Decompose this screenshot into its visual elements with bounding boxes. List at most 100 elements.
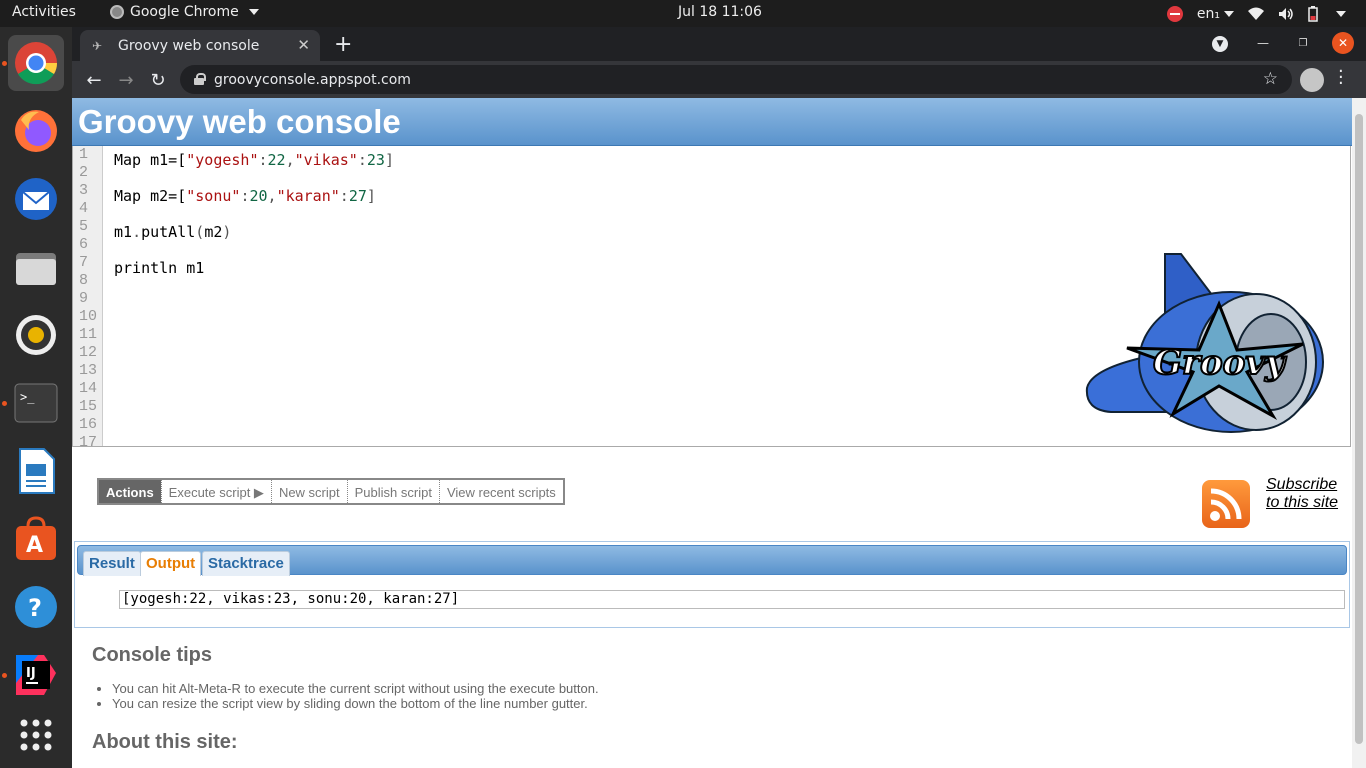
- intellij-icon: IJ: [16, 655, 56, 695]
- code-token: m1: [114, 223, 133, 241]
- minimize-icon[interactable]: —: [1252, 32, 1274, 54]
- code-line-7: println m1: [114, 259, 205, 277]
- close-tab-icon[interactable]: ✕: [297, 36, 310, 54]
- chrome-icon: [15, 42, 58, 85]
- page-scrollbar[interactable]: [1352, 98, 1366, 768]
- reload-icon[interactable]: ↻: [146, 68, 170, 92]
- code-token: ): [222, 223, 232, 241]
- thunderbird-icon: [15, 178, 57, 220]
- system-tray[interactable]: en₁: [1166, 0, 1366, 27]
- code-token: "vikas": [294, 151, 358, 169]
- tab-title: Groovy web console: [118, 37, 260, 54]
- execute-script-button[interactable]: Execute script ▶: [160, 480, 271, 503]
- dock-firefox[interactable]: [8, 103, 64, 159]
- tip-item: You can hit Alt-Meta-R to execute the cu…: [112, 681, 599, 696]
- code-token: ,: [267, 187, 277, 205]
- code-editor[interactable]: 1 2 3 4 5 6 7 8 9 10 11 12 13 14 15 16 17 Map m1=["yoges…: [72, 146, 1351, 447]
- new-script-button[interactable]: New script: [270, 480, 347, 503]
- line-number-gutter[interactable]: 1 2 3 4 5 6 7 8 9 10 11 12 13 14 15 16 17: [73, 146, 103, 446]
- code-token: 23: [366, 151, 385, 169]
- dock-writer[interactable]: [8, 443, 64, 499]
- line-number: 11: [79, 326, 98, 343]
- svg-text:A: A: [26, 533, 43, 558]
- results-tab-bar: Result Output Stacktrace: [77, 545, 1347, 576]
- profile-avatar-icon[interactable]: [1300, 68, 1324, 92]
- restore-icon[interactable]: ❐: [1292, 32, 1314, 54]
- code-token: "karan": [276, 187, 340, 205]
- line-number: 2: [79, 164, 89, 181]
- code-token: Map m1=[: [114, 151, 187, 169]
- results-panel: Result Output Stacktrace [yogesh:22, vik…: [74, 541, 1350, 628]
- console-tips-section: Console tips You can hit Alt-Meta-R to e…: [92, 644, 599, 711]
- code-token: Map m2=[: [114, 187, 187, 205]
- system-menu-chevron-icon: [1336, 10, 1346, 17]
- forward-arrow-icon[interactable]: →: [114, 68, 138, 92]
- rss-feed-icon[interactable]: [1202, 480, 1250, 528]
- system-top-bar: Activities Google Chrome Jul 18 11:06 en…: [0, 0, 1366, 27]
- tab-search-chevron-icon[interactable]: ▼: [1212, 36, 1228, 52]
- dock-intellij[interactable]: IJ: [8, 647, 64, 703]
- show-applications-button[interactable]: [8, 707, 64, 763]
- code-token: "yogesh": [186, 151, 259, 169]
- line-number: 14: [79, 380, 98, 397]
- dock-chrome[interactable]: [8, 35, 64, 91]
- line-number: 6: [79, 236, 89, 253]
- code-area[interactable]: Map m1=["yogesh":22,"vikas":23] Map m2=[…: [114, 151, 394, 277]
- about-heading: About this site:: [92, 731, 238, 753]
- code-token: :: [258, 151, 268, 169]
- tab-stacktrace[interactable]: Stacktrace: [202, 551, 290, 576]
- dock-rhythmbox[interactable]: [8, 307, 64, 363]
- dock-help[interactable]: ?: [8, 579, 64, 635]
- line-number: 16: [79, 416, 98, 433]
- publish-script-button[interactable]: Publish script: [346, 480, 439, 503]
- lang-label: en₁: [1196, 5, 1220, 22]
- code-line-1: Map m1=["yogesh":22,"vikas":23]: [114, 151, 394, 169]
- actions-header: Actions: [99, 480, 161, 503]
- line-number: 1: [79, 146, 89, 163]
- code-token: .: [132, 223, 142, 241]
- back-arrow-icon[interactable]: ←: [82, 68, 106, 92]
- line-number: 12: [79, 344, 98, 361]
- running-indicator: [2, 61, 7, 66]
- subscribe-link[interactable]: Subscribe to this site: [1266, 476, 1346, 512]
- code-token: ]: [366, 187, 376, 205]
- bookmark-star-icon[interactable]: ☆: [1263, 69, 1278, 89]
- clock[interactable]: Jul 18 11:06: [0, 4, 1366, 20]
- line-number: 8: [79, 272, 89, 289]
- tip-item: You can resize the script view by slidin…: [112, 696, 599, 711]
- browser-tab-strip: ✈ Groovy web console ✕ + ▼ — ❐ ✕: [72, 27, 1366, 61]
- line-number: 3: [79, 182, 89, 199]
- lock-icon: [194, 73, 206, 85]
- tab-groovy-console[interactable]: ✈ Groovy web console ✕: [80, 30, 320, 61]
- chrome-menu-icon[interactable]: · · ·: [1338, 63, 1344, 93]
- svg-text:>_: >_: [20, 390, 35, 404]
- code-token: 22: [267, 151, 286, 169]
- tab-output[interactable]: Output: [140, 551, 202, 576]
- dock-thunderbird[interactable]: [8, 171, 64, 227]
- dock-software[interactable]: A: [8, 511, 64, 567]
- dock-terminal[interactable]: >_: [8, 375, 64, 431]
- dock-files[interactable]: [8, 239, 64, 295]
- tips-list: You can hit Alt-Meta-R to execute the cu…: [112, 681, 599, 711]
- code-token: ]: [384, 151, 394, 169]
- code-token: (: [195, 223, 205, 241]
- page-title: Groovy web console: [78, 103, 401, 140]
- svg-text:Groovy: Groovy: [1153, 343, 1287, 383]
- help-icon: ?: [15, 586, 57, 628]
- scrollbar-thumb[interactable]: [1355, 114, 1363, 744]
- new-tab-button[interactable]: +: [334, 32, 352, 57]
- address-bar[interactable]: groovyconsole.appspot.com ☆: [180, 65, 1292, 94]
- console-tips-heading: Console tips: [92, 644, 213, 666]
- line-number: 15: [79, 398, 98, 415]
- actions-toolbar: Actions Execute script ▶ New script Publ…: [97, 478, 565, 505]
- tab-result[interactable]: Result: [83, 551, 141, 576]
- view-recent-scripts-button[interactable]: View recent scripts: [438, 480, 563, 503]
- groovy-logo: Groovy: [1085, 253, 1324, 433]
- close-window-icon[interactable]: ✕: [1332, 32, 1354, 54]
- keyboard-layout-indicator[interactable]: en₁: [1197, 6, 1234, 22]
- code-token: 27: [348, 187, 367, 205]
- web-page: Groovy web console 1 2 3 4 5 6 7 8 9 10 11 12 13 14 15…: [72, 98, 1352, 768]
- do-not-disturb-icon: [1166, 5, 1183, 22]
